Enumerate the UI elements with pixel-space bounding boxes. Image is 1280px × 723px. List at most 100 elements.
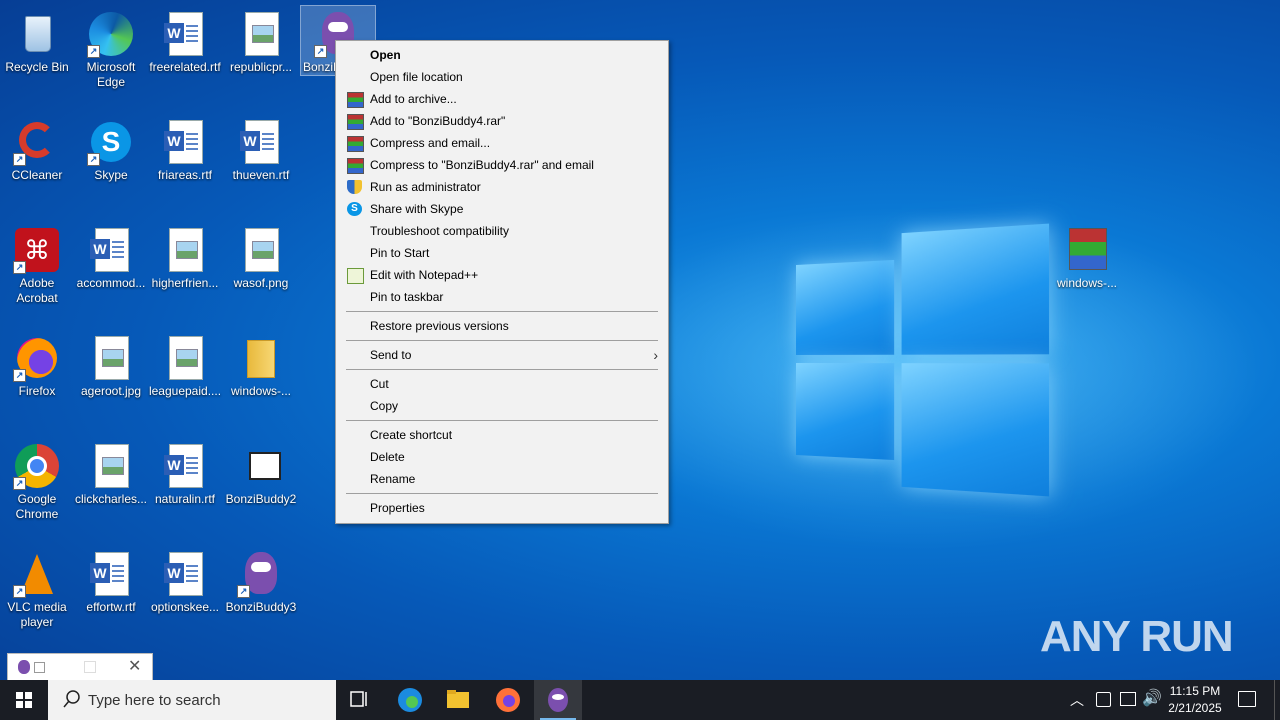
- menu-item-pin-to-taskbar[interactable]: Pin to taskbar: [336, 286, 668, 308]
- menu-item-troubleshoot-compatibility[interactable]: Troubleshoot compatibility: [336, 220, 668, 242]
- menu-item-add-to-archive[interactable]: Add to archive...: [336, 88, 668, 110]
- close-icon[interactable]: ✕: [128, 656, 141, 676]
- menu-separator: [346, 369, 658, 370]
- desktop-icon-adobe-acrobat[interactable]: ⌘ ↗ Adobe Acrobat: [0, 222, 74, 306]
- word-document-icon: W: [161, 442, 209, 490]
- restore-icon[interactable]: [34, 662, 45, 673]
- network-icon[interactable]: [1096, 692, 1111, 707]
- desktop-icon-freerelated[interactable]: W freerelated.rtf: [148, 6, 222, 75]
- menu-item-add-to-rar[interactable]: Add to "BonziBuddy4.rar": [336, 110, 668, 132]
- adobe-acrobat-icon: ⌘ ↗: [13, 226, 61, 274]
- desktop-icon-effortw[interactable]: W effortw.rtf: [74, 546, 148, 615]
- windows-start-icon: [16, 692, 32, 708]
- desktop-icon-accommod[interactable]: W accommod...: [74, 222, 148, 291]
- word-document-icon: W: [161, 550, 209, 598]
- show-desktop-button[interactable]: [1274, 680, 1280, 720]
- vlc-icon: ↗: [13, 550, 61, 598]
- desktop-icon-firefox[interactable]: ↗ Firefox: [0, 330, 74, 399]
- menu-item-run-as-administrator[interactable]: Run as administrator: [336, 176, 668, 198]
- desktop-icon-skype[interactable]: S ↗ Skype: [74, 114, 148, 183]
- desktop-icon-naturalin[interactable]: W naturalin.rtf: [148, 438, 222, 507]
- taskbar-search-box[interactable]: Type here to search: [48, 680, 336, 720]
- desktop-icon-friareas[interactable]: W friareas.rtf: [148, 114, 222, 183]
- menu-item-cut[interactable]: Cut: [336, 373, 668, 395]
- maximize-icon[interactable]: [84, 661, 96, 673]
- search-icon: [63, 690, 80, 708]
- recycle-bin-icon: [13, 10, 61, 58]
- menu-item-compress-and-email[interactable]: Compress and email...: [336, 132, 668, 154]
- desktop-icon-clickcharles[interactable]: clickcharles...: [74, 438, 148, 507]
- word-document-icon: W: [161, 118, 209, 166]
- desktop-icon-higherfrien[interactable]: higherfrien...: [148, 222, 222, 291]
- notepadpp-icon: [347, 268, 364, 284]
- winrar-archive-icon: [1063, 226, 1111, 274]
- taskbar-firefox[interactable]: [484, 680, 532, 720]
- word-document-icon: W: [87, 550, 135, 598]
- notification-center-icon[interactable]: [1238, 691, 1256, 707]
- desktop-icon-ccleaner[interactable]: ↗ CCleaner: [0, 114, 74, 183]
- desktop[interactable]: Recycle Bin ↗ CCleaner ⌘ ↗ Adobe Acrobat…: [0, 0, 1280, 680]
- menu-item-rename[interactable]: Rename: [336, 468, 668, 490]
- winrar-icon: [347, 136, 364, 152]
- menu-item-create-shortcut[interactable]: Create shortcut: [336, 424, 668, 446]
- ethernet-icon[interactable]: [1120, 692, 1136, 706]
- menu-separator: [346, 420, 658, 421]
- menu-item-pin-to-start[interactable]: Pin to Start: [336, 242, 668, 264]
- taskbar-file-explorer[interactable]: [434, 680, 482, 720]
- image-file-icon: [87, 442, 135, 490]
- desktop-icon-optionskee[interactable]: W optionskee...: [148, 546, 222, 615]
- menu-item-copy[interactable]: Copy: [336, 395, 668, 417]
- menu-item-restore-previous-versions[interactable]: Restore previous versions: [336, 315, 668, 337]
- menu-item-edit-with-notepadpp[interactable]: Edit with Notepad++: [336, 264, 668, 286]
- desktop-icon-thueven[interactable]: W thueven.rtf: [224, 114, 298, 183]
- folder-icon: [237, 334, 285, 382]
- taskbar-clock[interactable]: 11:15 PM 2/21/2025: [1160, 683, 1230, 717]
- desktop-icon-microsoft-edge[interactable]: ↗ Microsoft Edge: [74, 6, 148, 90]
- menu-separator: [346, 340, 658, 341]
- desktop-icon-bonzibuddy3[interactable]: ↗ BonziBuddy3: [224, 546, 298, 615]
- menu-item-compress-to-rar-and-email[interactable]: Compress to "BonziBuddy4.rar" and email: [336, 154, 668, 176]
- task-view-icon: [350, 691, 367, 707]
- task-view-button[interactable]: [336, 680, 384, 720]
- bonzibuddy-icon: [548, 688, 568, 712]
- desktop-icon-recycle-bin[interactable]: Recycle Bin: [0, 6, 74, 75]
- winrar-icon: [347, 92, 364, 108]
- clock-time: 11:15 PM: [1169, 684, 1221, 698]
- windows-logo-wallpaper: [796, 223, 1050, 497]
- taskbar-edge[interactable]: [386, 680, 434, 720]
- menu-item-properties[interactable]: Properties: [336, 497, 668, 519]
- menu-item-send-to[interactable]: Send to ›: [336, 344, 668, 366]
- word-document-icon: W: [237, 118, 285, 166]
- firefox-icon: ↗: [13, 334, 61, 382]
- search-placeholder: Type here to search: [88, 692, 221, 709]
- context-menu: Open Open file location Add to archive..…: [335, 40, 669, 524]
- desktop-icon-vlc[interactable]: ↗ VLC media player: [0, 546, 74, 630]
- speaker-icon[interactable]: 🔊: [1142, 688, 1162, 708]
- chrome-icon: ↗: [13, 442, 61, 490]
- desktop-icon-google-chrome[interactable]: ↗ Google Chrome: [0, 438, 74, 522]
- image-file-icon: [237, 226, 285, 274]
- desktop-icon-windows-folder[interactable]: windows-...: [224, 330, 298, 399]
- taskbar-bonzibuddy[interactable]: [534, 680, 582, 720]
- taskbar-thumbnail-preview[interactable]: ✕: [7, 653, 153, 681]
- clock-date: 2/21/2025: [1168, 701, 1222, 715]
- desktop-icon-leaguepaid[interactable]: leaguepaid....: [148, 330, 222, 399]
- skype-icon: S: [347, 202, 362, 216]
- desktop-icon-bonzibuddy2[interactable]: BonziBuddy2: [224, 438, 298, 507]
- menu-item-open-file-location[interactable]: Open file location: [336, 66, 668, 88]
- bonzibuddy-icon: [18, 660, 30, 674]
- chevron-right-icon: ›: [653, 347, 658, 363]
- menu-item-share-with-skype[interactable]: S Share with Skype: [336, 198, 668, 220]
- menu-separator: [346, 311, 658, 312]
- desktop-icon-wasof[interactable]: wasof.png: [224, 222, 298, 291]
- menu-item-delete[interactable]: Delete: [336, 446, 668, 468]
- word-document-icon: W: [87, 226, 135, 274]
- desktop-icon-ageroot[interactable]: ageroot.jpg: [74, 330, 148, 399]
- show-hidden-icons-chevron-up-icon[interactable]: ︿: [1070, 690, 1084, 710]
- desktop-icon-republicpr[interactable]: republicpr...: [224, 6, 298, 75]
- skype-icon: S ↗: [87, 118, 135, 166]
- desktop-icon-windows-rar[interactable]: windows-...: [1050, 222, 1124, 291]
- image-file-icon: [161, 226, 209, 274]
- menu-item-open[interactable]: Open: [336, 44, 668, 66]
- start-button[interactable]: [0, 680, 48, 720]
